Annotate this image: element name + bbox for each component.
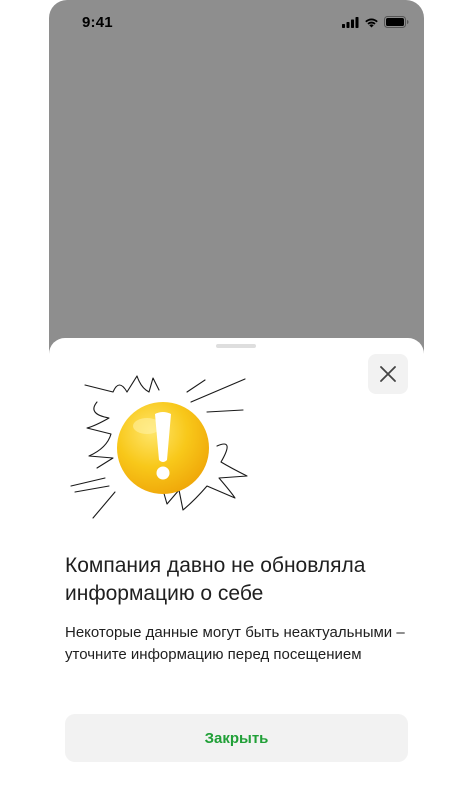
status-time: 9:41 xyxy=(82,14,113,31)
close-button[interactable] xyxy=(368,354,408,394)
wifi-icon xyxy=(365,18,378,27)
battery-icon xyxy=(384,16,409,28)
dimmed-backdrop[interactable] xyxy=(49,0,424,360)
close-icon xyxy=(380,366,396,382)
signal-icon xyxy=(342,16,359,28)
status-icons xyxy=(342,16,409,28)
warning-exclamation-icon xyxy=(70,375,248,519)
sheet-grabber[interactable] xyxy=(216,344,256,348)
sheet-title: Компания давно не обновляла информацию о… xyxy=(65,554,366,605)
phone-screen: 9:41 Компания давно не обновляла информа… xyxy=(49,0,424,812)
bottom-sheet: Компания давно не обновляла информацию о… xyxy=(49,338,424,812)
close-action-button[interactable]: Закрыть xyxy=(65,714,408,762)
status-bar: 9:41 xyxy=(49,0,424,44)
sheet-subtitle: Некоторые данные могут быть неактуальным… xyxy=(65,624,405,663)
